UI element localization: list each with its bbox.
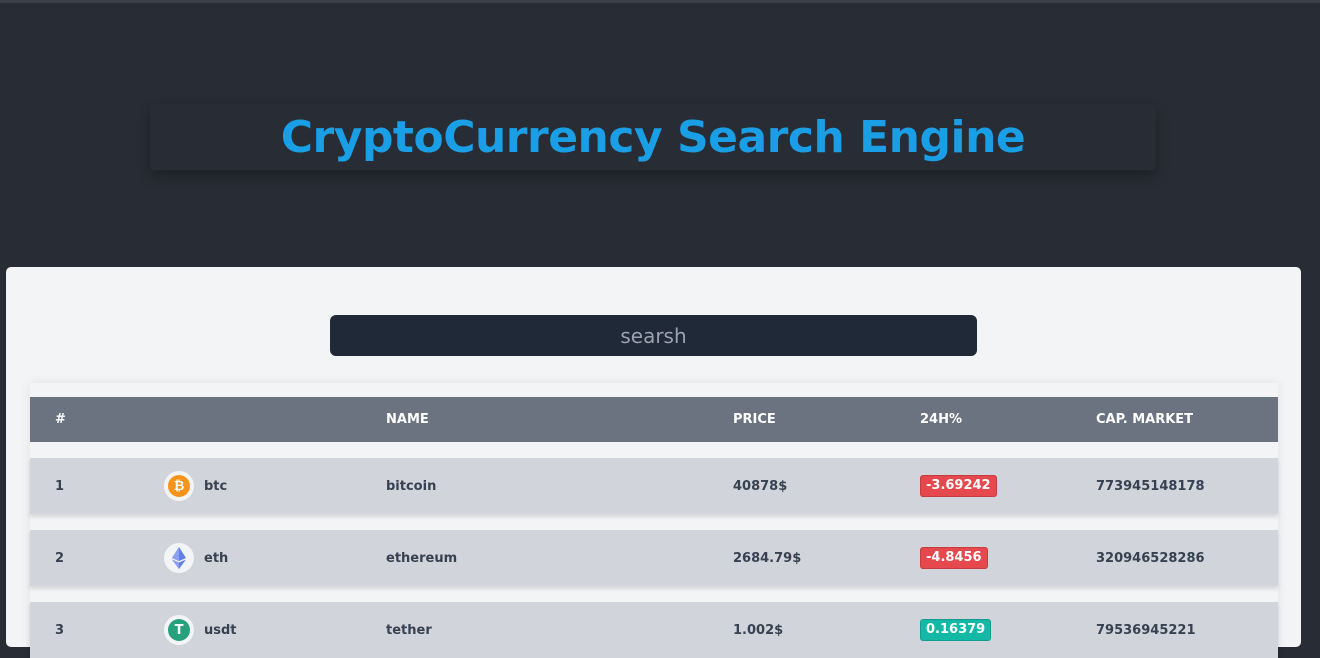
top-border bbox=[0, 0, 1320, 3]
row-name: bitcoin bbox=[386, 478, 437, 494]
ethereum-icon bbox=[164, 543, 194, 573]
main-panel: # NAME PRICE 24H% CAP. MARKET 1 ₿ btc bi… bbox=[6, 267, 1301, 658]
change-badge: -3.69242 bbox=[920, 475, 997, 497]
change-badge: 0.16379 bbox=[920, 619, 992, 641]
table-row[interactable]: 1 ₿ btc bitcoin 40878$ -3.69242 77394514… bbox=[30, 458, 1278, 514]
crypto-table: # NAME PRICE 24H% CAP. MARKET 1 ₿ btc bi… bbox=[30, 383, 1278, 658]
row-symbol: usdt bbox=[204, 622, 237, 638]
row-market-cap: 773945148178 bbox=[1096, 478, 1205, 494]
bitcoin-icon: ₿ bbox=[164, 471, 194, 501]
row-symbol-cell: T usdt bbox=[164, 602, 237, 658]
table-row[interactable]: 2 eth ethereum 2684.79$ -4.8456 32094652… bbox=[30, 530, 1278, 586]
row-market-cap: 79536945221 bbox=[1096, 622, 1196, 638]
row-market-cap: 320946528286 bbox=[1096, 550, 1205, 566]
change-badge: -4.8456 bbox=[920, 547, 988, 569]
column-header-market-cap: CAP. MARKET bbox=[1096, 412, 1194, 427]
column-header-24h-change: 24H% bbox=[920, 412, 962, 427]
row-rank: 1 bbox=[55, 478, 65, 494]
row-name: ethereum bbox=[386, 550, 458, 566]
row-rank: 2 bbox=[55, 550, 65, 566]
tether-icon: T bbox=[164, 615, 194, 645]
column-header-price: PRICE bbox=[733, 412, 776, 427]
column-header-name: NAME bbox=[386, 412, 429, 427]
row-symbol: eth bbox=[204, 550, 229, 566]
header: CryptoCurrency Search Engine bbox=[150, 104, 1156, 170]
search-input[interactable] bbox=[330, 315, 977, 356]
table-row[interactable]: 3 T usdt tether 1.002$ 0.16379 795369452… bbox=[30, 602, 1278, 658]
row-price: 2684.79$ bbox=[733, 550, 802, 566]
row-symbol-cell: ₿ btc bbox=[164, 458, 227, 514]
row-price: 40878$ bbox=[733, 478, 788, 494]
row-name: tether bbox=[386, 622, 432, 638]
row-rank: 3 bbox=[55, 622, 65, 638]
row-symbol: btc bbox=[204, 478, 228, 494]
page-title: CryptoCurrency Search Engine bbox=[280, 111, 1026, 163]
table-header: # NAME PRICE 24H% CAP. MARKET bbox=[30, 397, 1278, 442]
row-symbol-cell: eth bbox=[164, 530, 228, 586]
column-header-rank: # bbox=[55, 412, 66, 427]
row-price: 1.002$ bbox=[733, 622, 784, 638]
